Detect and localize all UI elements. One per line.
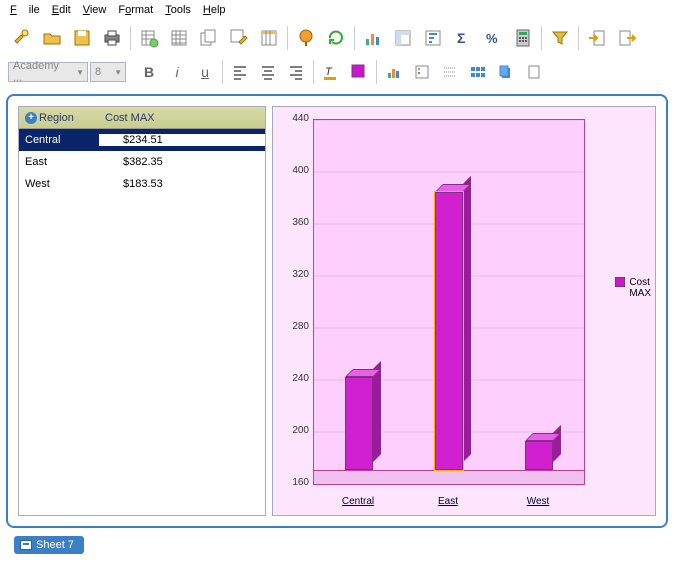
font-combo[interactable]: Academy ... [8, 62, 88, 82]
menu-file[interactable]: File [4, 2, 46, 18]
y-tick-label: 440 [283, 113, 309, 124]
fontcolor-button[interactable]: T [318, 61, 344, 83]
open-icon[interactable] [38, 24, 66, 52]
align-center-button[interactable] [255, 61, 281, 83]
bold-button[interactable]: B [136, 61, 162, 83]
cell-region: East [19, 156, 99, 168]
align-right-button[interactable] [283, 61, 309, 83]
y-tick-label: 280 [283, 321, 309, 332]
edit-sheet-icon[interactable] [225, 24, 253, 52]
calc-icon[interactable] [509, 24, 537, 52]
x-tick-label[interactable]: East [428, 496, 468, 507]
y-tick-label: 160 [283, 477, 309, 488]
plot-area [313, 119, 585, 485]
filter-icon[interactable] [546, 24, 574, 52]
y-tick-label: 200 [283, 425, 309, 436]
table-body: Central$234.51East$382.35West$183.53 [19, 129, 265, 515]
header-cost[interactable]: Cost MAX [99, 112, 265, 124]
y-tick-label: 320 [283, 269, 309, 280]
menu-view[interactable]: View [77, 2, 113, 18]
worksheet-icon[interactable] [165, 24, 193, 52]
gridlines-icon[interactable] [437, 61, 463, 83]
chart-panel[interactable]: Cost MAX 160 200 240 280 320 360 400 440 Central… [272, 106, 656, 516]
page-icon[interactable] [521, 61, 547, 83]
header-region[interactable]: + Region [19, 112, 99, 124]
3d-icon[interactable] [493, 61, 519, 83]
table-row[interactable]: West$183.53 [19, 173, 265, 195]
refresh-icon[interactable] [322, 24, 350, 52]
fillcolor-button[interactable] [346, 61, 372, 83]
svg-text:T: T [325, 66, 333, 78]
print-icon[interactable] [98, 24, 126, 52]
fontsize-combo[interactable]: 8 [90, 62, 126, 82]
worksheet-tab-icon [20, 540, 32, 550]
bar-east[interactable] [435, 192, 471, 478]
legend-swatch [615, 277, 625, 287]
expand-icon[interactable]: + [25, 112, 37, 124]
export-in-icon[interactable] [583, 24, 611, 52]
workspace: + Region Cost MAX Central$234.51East$382… [6, 94, 668, 528]
italic-button[interactable]: i [164, 61, 190, 83]
separator [287, 26, 288, 50]
cell-cost: $382.35 [99, 156, 265, 168]
legend: Cost MAX [615, 277, 651, 299]
svg-text:%: % [486, 31, 498, 46]
y-tick-label: 240 [283, 373, 309, 384]
align-left-button[interactable] [227, 61, 253, 83]
y-tick-label: 360 [283, 217, 309, 228]
separator [376, 60, 377, 84]
tab-sheet7[interactable]: Sheet 7 [14, 536, 84, 554]
cell-region: West [19, 178, 99, 190]
table-row[interactable]: East$382.35 [19, 151, 265, 173]
duplicate-icon[interactable] [195, 24, 223, 52]
cell-region: Central [19, 134, 99, 146]
x-tick-label[interactable]: West [518, 496, 558, 507]
sort-icon[interactable] [419, 24, 447, 52]
legend-icon[interactable] [409, 61, 435, 83]
drill-icon[interactable] [292, 24, 320, 52]
separator [130, 26, 131, 50]
bar-west[interactable] [525, 441, 561, 478]
cell-cost: $183.53 [99, 178, 265, 190]
separator [222, 60, 223, 84]
bar-central[interactable] [345, 377, 381, 478]
separator [541, 26, 542, 50]
export-out-icon[interactable] [613, 24, 641, 52]
toolbar-format: Academy ... 8 B i u T [0, 56, 674, 88]
underline-button[interactable]: u [192, 61, 218, 83]
menu-help[interactable]: Help [197, 2, 232, 18]
svg-text:Σ: Σ [457, 30, 465, 46]
table-header: + Region Cost MAX [19, 107, 265, 129]
chart-small-icon[interactable] [381, 61, 407, 83]
cell-cost: $234.51 [99, 134, 265, 146]
sum-icon[interactable]: Σ [449, 24, 477, 52]
menu-tools[interactable]: Tools [159, 2, 197, 18]
menu-edit[interactable]: Edit [46, 2, 77, 18]
separator [313, 60, 314, 84]
data-table-icon[interactable] [465, 61, 491, 83]
legend-label: Cost MAX [629, 277, 651, 299]
tab-strip: Sheet 7 [0, 534, 674, 556]
worksheet-new-icon[interactable] [135, 24, 163, 52]
chart-icon[interactable] [359, 24, 387, 52]
menu-format[interactable]: Format [112, 2, 159, 18]
separator [578, 26, 579, 50]
save-icon[interactable] [68, 24, 96, 52]
percent-icon[interactable]: % [479, 24, 507, 52]
connect-icon[interactable] [8, 24, 36, 52]
y-tick-label: 400 [283, 165, 309, 176]
table-row[interactable]: Central$234.51 [19, 129, 265, 151]
menu-bar: File Edit View Format Tools Help [0, 0, 674, 20]
x-tick-label[interactable]: Central [338, 496, 378, 507]
data-table-panel: + Region Cost MAX Central$234.51East$382… [18, 106, 266, 516]
separator [354, 26, 355, 50]
toolbar-main: Σ % [0, 20, 674, 56]
columns-icon[interactable] [255, 24, 283, 52]
pivot-icon[interactable] [389, 24, 417, 52]
